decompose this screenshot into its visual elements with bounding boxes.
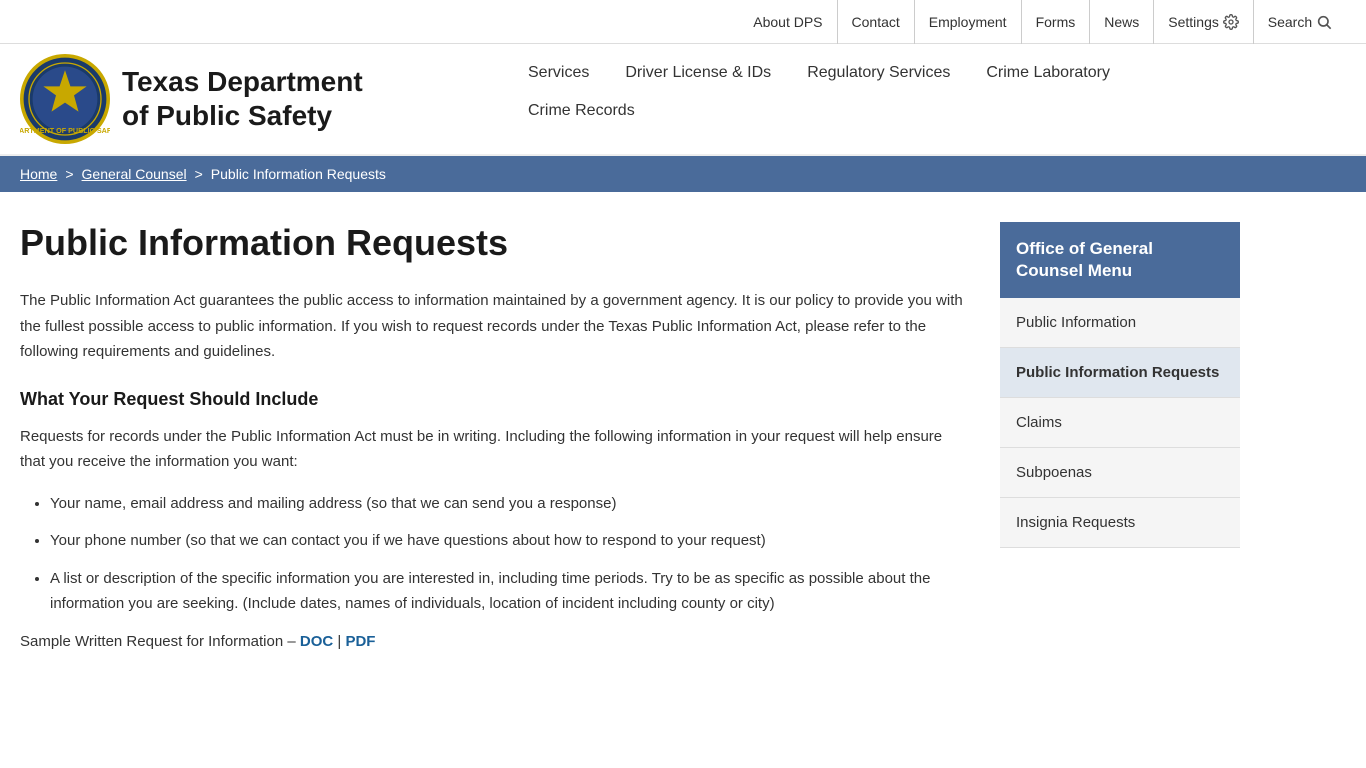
sample-label: Sample Written Request for Information – (20, 633, 300, 650)
intro-paragraph: The Public Information Act guarantees th… (20, 288, 970, 365)
list-item: A list or description of the specific in… (50, 566, 970, 617)
requirements-list: Your name, email address and mailing add… (20, 491, 970, 617)
sidebar-item-subpoenas[interactable]: Subpoenas (1000, 448, 1240, 498)
main-nav: Services Driver License & IDs Regulatory… (510, 54, 1346, 130)
settings-link[interactable]: Settings (1154, 0, 1253, 44)
nav-driver-license[interactable]: Driver License & IDs (607, 54, 789, 92)
search-icon (1316, 14, 1332, 30)
breadcrumb-current: Public Information Requests (211, 166, 386, 182)
nav-crime-laboratory[interactable]: Crime Laboratory (968, 54, 1128, 92)
news-link[interactable]: News (1090, 0, 1154, 44)
nav-row-1: Services Driver License & IDs Regulatory… (510, 54, 1346, 92)
forms-link[interactable]: Forms (1022, 0, 1091, 44)
search-link[interactable]: Search (1254, 0, 1346, 44)
section-intro: Requests for records under the Public In… (20, 424, 970, 475)
site-logo-link[interactable]: DEPARTMENT OF PUBLIC SAFETY Texas Depart… (20, 54, 510, 154)
site-name: Texas Department of Public Safety (122, 65, 363, 132)
sidebar-menu-title: Office of General Counsel Menu (1000, 222, 1240, 298)
content-wrapper: Public Information Requests The Public I… (0, 192, 1366, 680)
site-header: DEPARTMENT OF PUBLIC SAFETY Texas Depart… (0, 44, 1366, 156)
nav-regulatory-services[interactable]: Regulatory Services (789, 54, 968, 92)
sidebar: Office of General Counsel Menu Public In… (1000, 192, 1240, 680)
page-title: Public Information Requests (20, 222, 970, 264)
nav-row-2: Crime Records (510, 92, 1346, 130)
sample-doc-link[interactable]: DOC (300, 633, 333, 650)
sample-pdf-link[interactable]: PDF (345, 633, 375, 650)
breadcrumb: Home > General Counsel > Public Informat… (0, 156, 1366, 192)
search-label: Search (1268, 14, 1312, 30)
gear-icon (1223, 14, 1239, 30)
sample-line: Sample Written Request for Information –… (20, 633, 970, 650)
breadcrumb-sep-2: > (195, 166, 203, 182)
sidebar-item-claims[interactable]: Claims (1000, 398, 1240, 448)
nav-services[interactable]: Services (510, 54, 607, 92)
sidebar-item-public-information-requests[interactable]: Public Information Requests (1000, 348, 1240, 398)
contact-link[interactable]: Contact (838, 0, 915, 44)
nav-crime-records[interactable]: Crime Records (510, 92, 653, 130)
utility-bar: About DPS Contact Employment Forms News … (0, 0, 1366, 44)
list-item: Your name, email address and mailing add… (50, 491, 970, 517)
breadcrumb-home[interactable]: Home (20, 166, 57, 182)
svg-text:DEPARTMENT OF PUBLIC SAFETY: DEPARTMENT OF PUBLIC SAFETY (20, 126, 110, 135)
breadcrumb-sep-1: > (65, 166, 73, 182)
main-content: Public Information Requests The Public I… (20, 192, 970, 680)
sidebar-item-public-information[interactable]: Public Information (1000, 298, 1240, 348)
employment-link[interactable]: Employment (915, 0, 1022, 44)
section-heading: What Your Request Should Include (20, 389, 970, 410)
breadcrumb-parent[interactable]: General Counsel (82, 166, 187, 182)
sidebar-item-insignia-requests[interactable]: Insignia Requests (1000, 498, 1240, 548)
settings-label: Settings (1168, 14, 1219, 30)
dps-seal: DEPARTMENT OF PUBLIC SAFETY (20, 54, 110, 144)
about-dps-link[interactable]: About DPS (739, 0, 837, 44)
list-item: Your phone number (so that we can contac… (50, 528, 970, 554)
